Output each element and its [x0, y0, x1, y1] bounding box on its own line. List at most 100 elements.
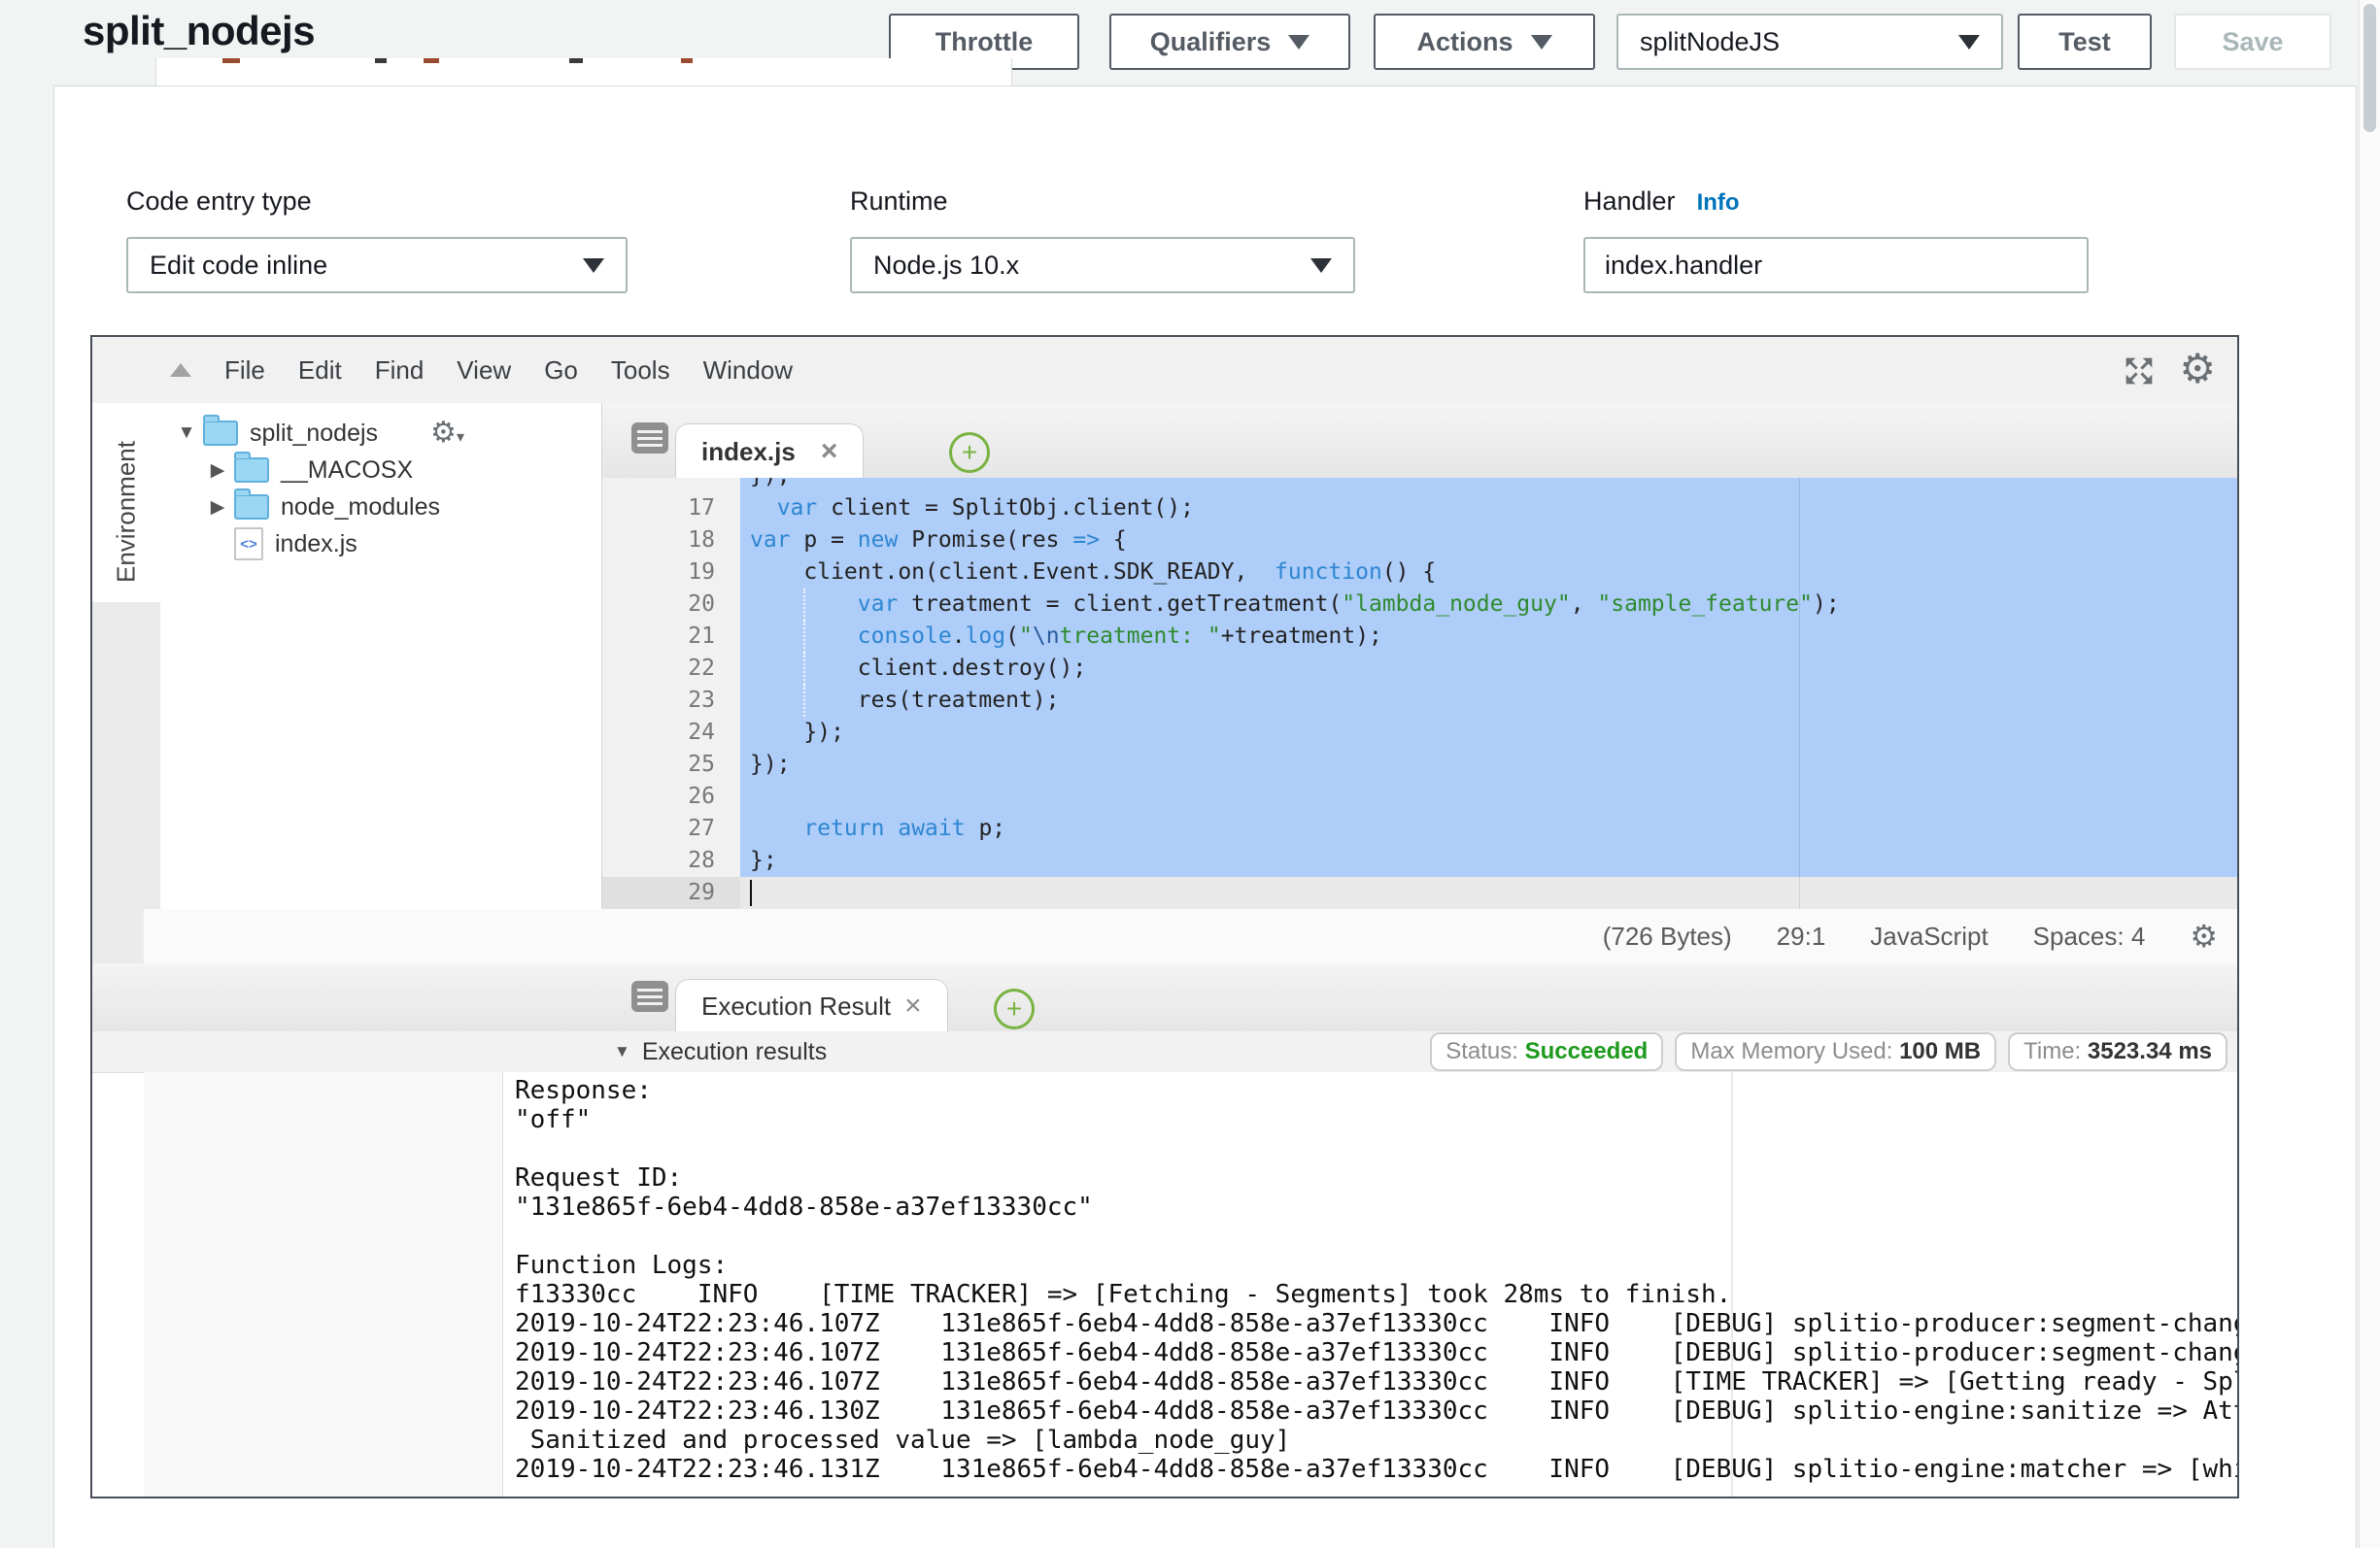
tree-item-label: index.js	[275, 530, 357, 558]
collapse-results-arrow-icon[interactable]: ▼	[614, 1042, 630, 1061]
menu-item-window[interactable]: Window	[703, 355, 793, 386]
cloud9-editor: File Edit Find View Go Tools Window ⚙ Environm…	[90, 335, 2239, 1498]
tab-execution-result[interactable]: Execution Result ×	[675, 979, 948, 1032]
output-line: Sanitized and processed value => [lambda…	[144, 1426, 2237, 1455]
code-row: 19 client.on(client.Event.SDK_READY, fun…	[602, 556, 2239, 589]
menu-item-view[interactable]: View	[457, 355, 511, 386]
page-scrollbar[interactable]	[2359, 0, 2380, 1548]
tab-list-icon[interactable]	[631, 422, 668, 454]
gutter-line-number: 27	[602, 813, 740, 845]
results-tab-list-icon[interactable]	[631, 981, 668, 1012]
scrolled-out-content	[155, 58, 1012, 86]
statusbar-item[interactable]: (726 Bytes)	[1603, 922, 1732, 952]
code-line: });	[740, 478, 2239, 492]
badge-label: Max Memory Used:	[1690, 1038, 1899, 1065]
chevron-down-icon	[1288, 35, 1309, 50]
tree-item-node_modules[interactable]: ▶ node_modules	[160, 488, 601, 525]
code-line: var client = SplitObj.client();	[740, 492, 2239, 524]
menu-item-file[interactable]: File	[224, 355, 265, 386]
gutter-line-number: 26	[602, 781, 740, 813]
statusbar-item[interactable]: 29:1	[1777, 922, 1826, 952]
close-tab-icon[interactable]: ×	[821, 437, 838, 466]
gutter-line-number: 19	[602, 556, 740, 589]
gutter-line-number: 18	[602, 524, 740, 556]
folder-icon	[234, 494, 269, 520]
handler-label-row: Handler Info	[1583, 186, 1740, 217]
qualifiers-dropdown-button[interactable]: Qualifiers	[1109, 14, 1350, 70]
output-line: 2019-10-24T22:23:46.107Z 131e865f-6eb4-4…	[144, 1367, 2237, 1397]
tree-item-root[interactable]: ▼ split_nodejs ⚙▾	[160, 415, 601, 452]
code-row-partial: });	[602, 478, 2239, 492]
editor-statusbar: (726 Bytes) 29:1 JavaScript Spaces: 4 ⚙	[144, 909, 2239, 963]
status-badge: Time: 3523.34 ms	[2008, 1032, 2227, 1071]
tree-item-label: node_modules	[281, 493, 440, 522]
code-row: 22 client.destroy();	[602, 653, 2239, 685]
actions-dropdown-button[interactable]: Actions	[1374, 14, 1595, 70]
collapse-menu-icon[interactable]	[170, 363, 191, 377]
gutter-line-number: 20	[602, 589, 740, 621]
tree-item-__macosx[interactable]: ▶ __MACOSX	[160, 452, 601, 488]
code-line: return await p;	[740, 813, 2239, 845]
output-line: Request ID:	[144, 1163, 2237, 1193]
code-row: 28};	[602, 845, 2239, 877]
runtime-select[interactable]: Node.js 10.x	[850, 237, 1355, 293]
runtime-label: Runtime	[850, 186, 948, 217]
status-badge: Max Memory Used: 100 MB	[1675, 1032, 1996, 1071]
chevron-down-icon	[583, 258, 604, 273]
menu-item-edit[interactable]: Edit	[298, 355, 342, 386]
code-row: 23 res(treatment);	[602, 685, 2239, 717]
editor-settings-gear-icon[interactable]: ⚙	[2179, 349, 2216, 389]
tree-settings-gear-icon[interactable]: ⚙▾	[430, 419, 464, 448]
gutter-line-number: 29	[602, 877, 740, 909]
handler-input[interactable]	[1583, 237, 2089, 293]
print-margin-line	[1799, 478, 1800, 963]
aws-lambda-code-editor-screen: split_nodejs Throttle Qualifiers Actions…	[0, 0, 2380, 1548]
close-tab-icon[interactable]: ×	[904, 992, 922, 1021]
new-tab-plus-icon[interactable]: +	[949, 432, 990, 473]
tree-collapsed-arrow-icon[interactable]: ▶	[205, 459, 230, 482]
results-new-tab-plus-icon[interactable]: +	[994, 989, 1035, 1029]
output-line: 2019-10-24T22:23:46.131Z 131e865f-6eb4-4…	[144, 1455, 2237, 1484]
indent-guide	[803, 621, 805, 653]
output-line: 2019-10-24T22:23:46.107Z 131e865f-6eb4-4…	[144, 1338, 2237, 1367]
statusbar-item[interactable]: Spaces: 4	[2033, 922, 2146, 952]
tree-expanded-arrow-icon[interactable]: ▼	[174, 422, 199, 444]
code-line: var treatment = client.getTreatment("lam…	[740, 589, 2239, 621]
tree-indent	[205, 533, 230, 555]
js-file-icon: <>	[234, 527, 263, 560]
handler-info-link[interactable]: Info	[1697, 189, 1740, 216]
tree-collapsed-arrow-icon[interactable]: ▶	[205, 496, 230, 519]
tab-environment[interactable]: Environment	[92, 415, 160, 609]
code-editor-area[interactable]: });17 var client = SplitObj.client();18v…	[602, 478, 2239, 909]
gutter-line-number: 24	[602, 717, 740, 749]
code-line: var p = new Promise(res => {	[740, 524, 2239, 556]
code-entry-type-select[interactable]: Edit code inline	[126, 237, 628, 293]
output-line: Response:	[144, 1076, 2237, 1105]
test-button[interactable]: Test	[2018, 14, 2152, 70]
badge-label: Time:	[2023, 1038, 2088, 1065]
output-line	[144, 1222, 2237, 1251]
menu-item-find[interactable]: Find	[375, 355, 425, 386]
save-button[interactable]: Save	[2174, 14, 2331, 70]
handler-label: Handler	[1583, 186, 1676, 216]
menu-item-tools[interactable]: Tools	[611, 355, 670, 386]
statusbar-item[interactable]: JavaScript	[1870, 922, 1988, 952]
scrollbar-thumb[interactable]	[2363, 4, 2376, 132]
output-line: 2019-10-24T22:23:46.107Z 131e865f-6eb4-4…	[144, 1309, 2237, 1338]
statusbar-gear-icon[interactable]: ⚙	[2190, 921, 2218, 952]
execution-output-area[interactable]: Response:"off" Request ID:"131e865f-6eb4…	[144, 1072, 2237, 1497]
code-line: client.destroy();	[740, 653, 2239, 685]
editor-menubar: File Edit Find View Go Tools Window	[92, 337, 2237, 404]
text-cursor	[750, 880, 752, 906]
test-event-select[interactable]: splitNodeJS	[1616, 14, 2003, 70]
folder-icon	[203, 421, 238, 446]
menu-item-go[interactable]: Go	[544, 355, 578, 386]
tab-index-js[interactable]: index.js ×	[675, 423, 864, 479]
code-row: 17 var client = SplitObj.client();	[602, 492, 2239, 524]
output-line: f13330cc INFO [TIME TRACKER] => [Fetchin…	[144, 1280, 2237, 1309]
gutter-line-number: 23	[602, 685, 740, 717]
fullscreen-icon[interactable]	[2123, 354, 2156, 387]
tree-item-index.js[interactable]: <> index.js	[160, 525, 601, 562]
chevron-down-icon	[1958, 35, 1980, 50]
tree-item-label: __MACOSX	[281, 456, 413, 485]
